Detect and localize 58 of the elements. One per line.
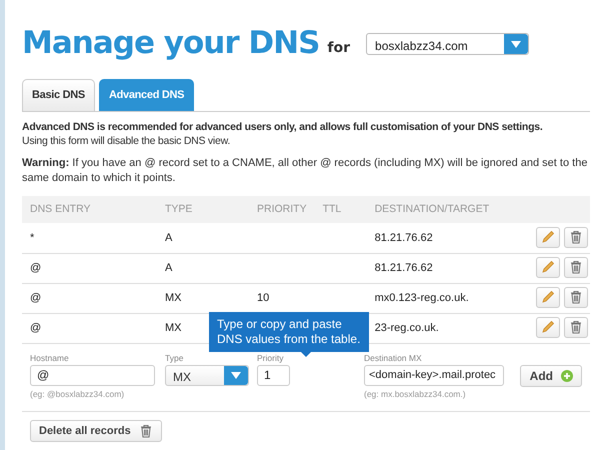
table-cell: mx0.123-reg.co.uk. <box>374 292 469 304</box>
priority-field[interactable]: 1 <box>257 364 290 386</box>
pencil-icon <box>541 260 555 274</box>
table-cell: MX <box>165 292 182 304</box>
intro-text: Advanced DNS is recommended for advanced users only, and allows full customisation of your DNS settings. <box>22 120 544 134</box>
add-button[interactable]: Add <box>520 364 582 387</box>
column-header: TTL <box>314 196 367 224</box>
trash-icon <box>569 320 583 334</box>
edit-button[interactable] <box>536 256 560 278</box>
field-label: Destination MX <box>364 352 423 365</box>
table-cell: @ <box>30 292 42 304</box>
page-title: Manage your DNS <box>22 28 320 59</box>
table-cell: * <box>30 232 34 244</box>
table-cell: 10 <box>257 292 270 304</box>
delete-button[interactable] <box>564 226 588 248</box>
table-cell: 23-reg.co.uk. <box>374 322 439 334</box>
field-hint: (eg: mx.bosxlabzz34.com.) <box>364 388 467 400</box>
table-cell: MX <box>165 322 182 334</box>
column-header: TYPE <box>157 196 249 224</box>
intro-note: Using this form will disable the basic DNS view. <box>22 134 231 148</box>
delete-button[interactable] <box>564 316 588 338</box>
field-label: Hostname <box>30 352 70 365</box>
caret-icon <box>511 40 522 48</box>
field-hint: (eg: @bosxlabzz34.com) <box>30 388 126 400</box>
domain-select[interactable]: bosxlabzz34.com <box>366 33 530 55</box>
delete-button[interactable] <box>564 256 588 278</box>
delete-button[interactable] <box>564 286 588 308</box>
trash-icon <box>569 260 583 274</box>
tooltip: Type or copy and paste DNS values from the table. <box>209 312 369 352</box>
field-label: Type <box>165 352 184 365</box>
warning-text: Warning: If you have an @ record set to a CNAME, all other @ records (including MX) will be ignored and set to the same domain to which it points. <box>22 156 588 186</box>
table-cell: @ <box>30 262 42 274</box>
destination-field[interactable]: <domain-key>.mail.protec <box>364 364 504 386</box>
table-cell: A <box>165 232 172 244</box>
trash-icon <box>138 424 153 438</box>
table-cell: A <box>165 262 172 274</box>
delete-all-button[interactable]: Delete all records <box>30 420 162 442</box>
pencil-icon <box>541 230 555 244</box>
column-header: DNS ENTRY <box>22 196 157 224</box>
edit-button[interactable] <box>536 226 560 248</box>
edit-button[interactable] <box>536 286 560 308</box>
tab[interactable]: Basic DNS <box>22 79 95 110</box>
edit-button[interactable] <box>536 316 560 338</box>
type-select[interactable]: MX <box>165 364 249 386</box>
plus-icon <box>561 370 573 382</box>
field-label: Priority <box>257 352 284 365</box>
trash-icon <box>569 230 583 244</box>
trash-icon <box>569 290 583 304</box>
pencil-icon <box>541 290 555 304</box>
hostname-field[interactable]: @ <box>30 364 155 386</box>
column-header: PRIORITY <box>249 196 315 224</box>
table-cell: @ <box>30 322 42 334</box>
pencil-icon <box>541 320 555 334</box>
table-cell: 81.21.76.62 <box>374 262 433 274</box>
column-header: DESTINATION/TARGET <box>366 196 520 224</box>
for-label: for <box>327 39 350 58</box>
caret-icon <box>231 372 241 379</box>
table-cell: 81.21.76.62 <box>374 232 433 244</box>
